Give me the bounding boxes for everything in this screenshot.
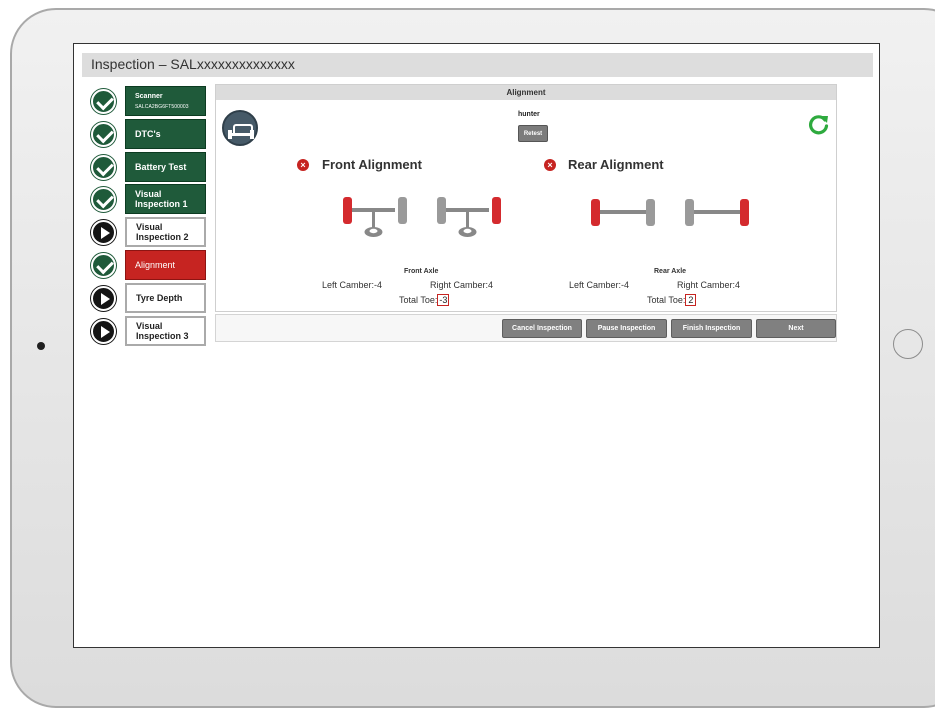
- retest-button[interactable]: Retest: [518, 125, 548, 142]
- alignment-panel: Alignment hunter Retest × Front Alignmen…: [215, 84, 837, 312]
- rear-right-camber: Right Camber:4: [677, 280, 741, 290]
- step-label: Alignment: [135, 260, 176, 270]
- front-total-toe: Total Toe: -3: [399, 294, 450, 306]
- rear-axle-label: Rear Axle: [654, 268, 687, 275]
- rear-toe-value: 2: [685, 294, 697, 306]
- step-tyre-depth[interactable]: Tyre Depth: [91, 283, 208, 313]
- title-bar: Inspection – SALxxxxxxxxxxxxxx: [82, 53, 873, 77]
- step-label: Battery Test: [135, 162, 187, 172]
- step-scanner[interactable]: Scanner SALCA2BG6FT500003: [91, 86, 208, 116]
- step-button[interactable]: Tyre Depth: [125, 283, 206, 313]
- app-screen: Inspection – SALxxxxxxxxxxxxxx Scanner S…: [73, 43, 880, 648]
- step-button[interactable]: Scanner SALCA2BG6FT500003: [125, 86, 206, 116]
- rear-total-toe: Total Toe: 2: [647, 294, 697, 306]
- check-circle-icon: [91, 89, 116, 114]
- panel-heading: Alignment: [216, 85, 836, 100]
- rear-axle-diagram: [591, 199, 655, 226]
- vin-label: SALCA2BG6FT500003: [135, 104, 189, 110]
- action-bar: Cancel Inspection Pause Inspection Finis…: [215, 314, 837, 342]
- front-left-camber: Left Camber:-4: [322, 280, 383, 290]
- step-label: Tyre Depth: [136, 293, 183, 303]
- step-button[interactable]: Alignment: [125, 250, 206, 280]
- error-x-icon: ×: [544, 159, 556, 171]
- step-button[interactable]: Visual Inspection 3: [125, 316, 206, 346]
- step-label: Visual Inspection 1: [135, 189, 188, 209]
- step-visual-inspection-3[interactable]: Visual Inspection 3: [91, 316, 208, 346]
- pause-inspection-button[interactable]: Pause Inspection: [586, 319, 667, 338]
- hunter-logo-icon: [222, 110, 258, 146]
- step-battery-test[interactable]: Battery Test: [91, 152, 208, 182]
- page-title: Inspection – SALxxxxxxxxxxxxxx: [91, 56, 295, 72]
- step-button[interactable]: Visual Inspection 1: [125, 184, 206, 214]
- finish-inspection-button[interactable]: Finish Inspection: [671, 319, 752, 338]
- play-circle-icon: [91, 319, 116, 344]
- front-axle-diagram: [343, 197, 407, 237]
- next-button[interactable]: Next: [756, 319, 836, 338]
- front-right-camber: Right Camber:4: [430, 280, 494, 290]
- refresh-icon[interactable]: [808, 113, 830, 135]
- check-circle-icon: [91, 122, 116, 147]
- step-visual-inspection-2[interactable]: Visual Inspection 2: [91, 217, 208, 247]
- step-label: Visual Inspection 3: [136, 321, 189, 341]
- check-circle-icon: [91, 155, 116, 180]
- step-visual-inspection-1[interactable]: Visual Inspection 1: [91, 184, 208, 214]
- step-button[interactable]: Battery Test: [125, 152, 206, 182]
- rear-axle-diagram-right: [685, 199, 749, 226]
- camera-dot: [37, 342, 45, 350]
- step-dtcs[interactable]: DTC's: [91, 119, 208, 149]
- step-label: DTC's: [135, 129, 161, 139]
- step-button[interactable]: Visual Inspection 2: [125, 217, 206, 247]
- step-label: Visual Inspection 2: [136, 222, 189, 242]
- check-circle-icon: [91, 187, 116, 212]
- rear-toe-label: Total Toe:: [647, 295, 686, 305]
- step-button[interactable]: DTC's: [125, 119, 206, 149]
- error-x-icon: ×: [297, 159, 309, 171]
- play-circle-icon: [91, 220, 116, 245]
- front-toe-value: -3: [437, 294, 450, 306]
- play-circle-icon: [91, 286, 116, 311]
- rear-left-camber: Left Camber:-4: [569, 280, 630, 290]
- front-axle-label: Front Axle: [404, 268, 439, 275]
- check-circle-icon: [91, 253, 116, 278]
- cancel-inspection-button[interactable]: Cancel Inspection: [502, 319, 582, 338]
- brand-label: hunter: [518, 111, 540, 118]
- home-button[interactable]: [893, 329, 923, 359]
- step-alignment[interactable]: Alignment: [91, 250, 208, 280]
- rear-alignment-title: Rear Alignment: [568, 157, 664, 172]
- front-alignment-title: Front Alignment: [322, 157, 422, 172]
- step-label: Scanner: [135, 93, 163, 100]
- front-toe-label: Total Toe:: [399, 295, 438, 305]
- front-axle-diagram-right: [437, 197, 501, 237]
